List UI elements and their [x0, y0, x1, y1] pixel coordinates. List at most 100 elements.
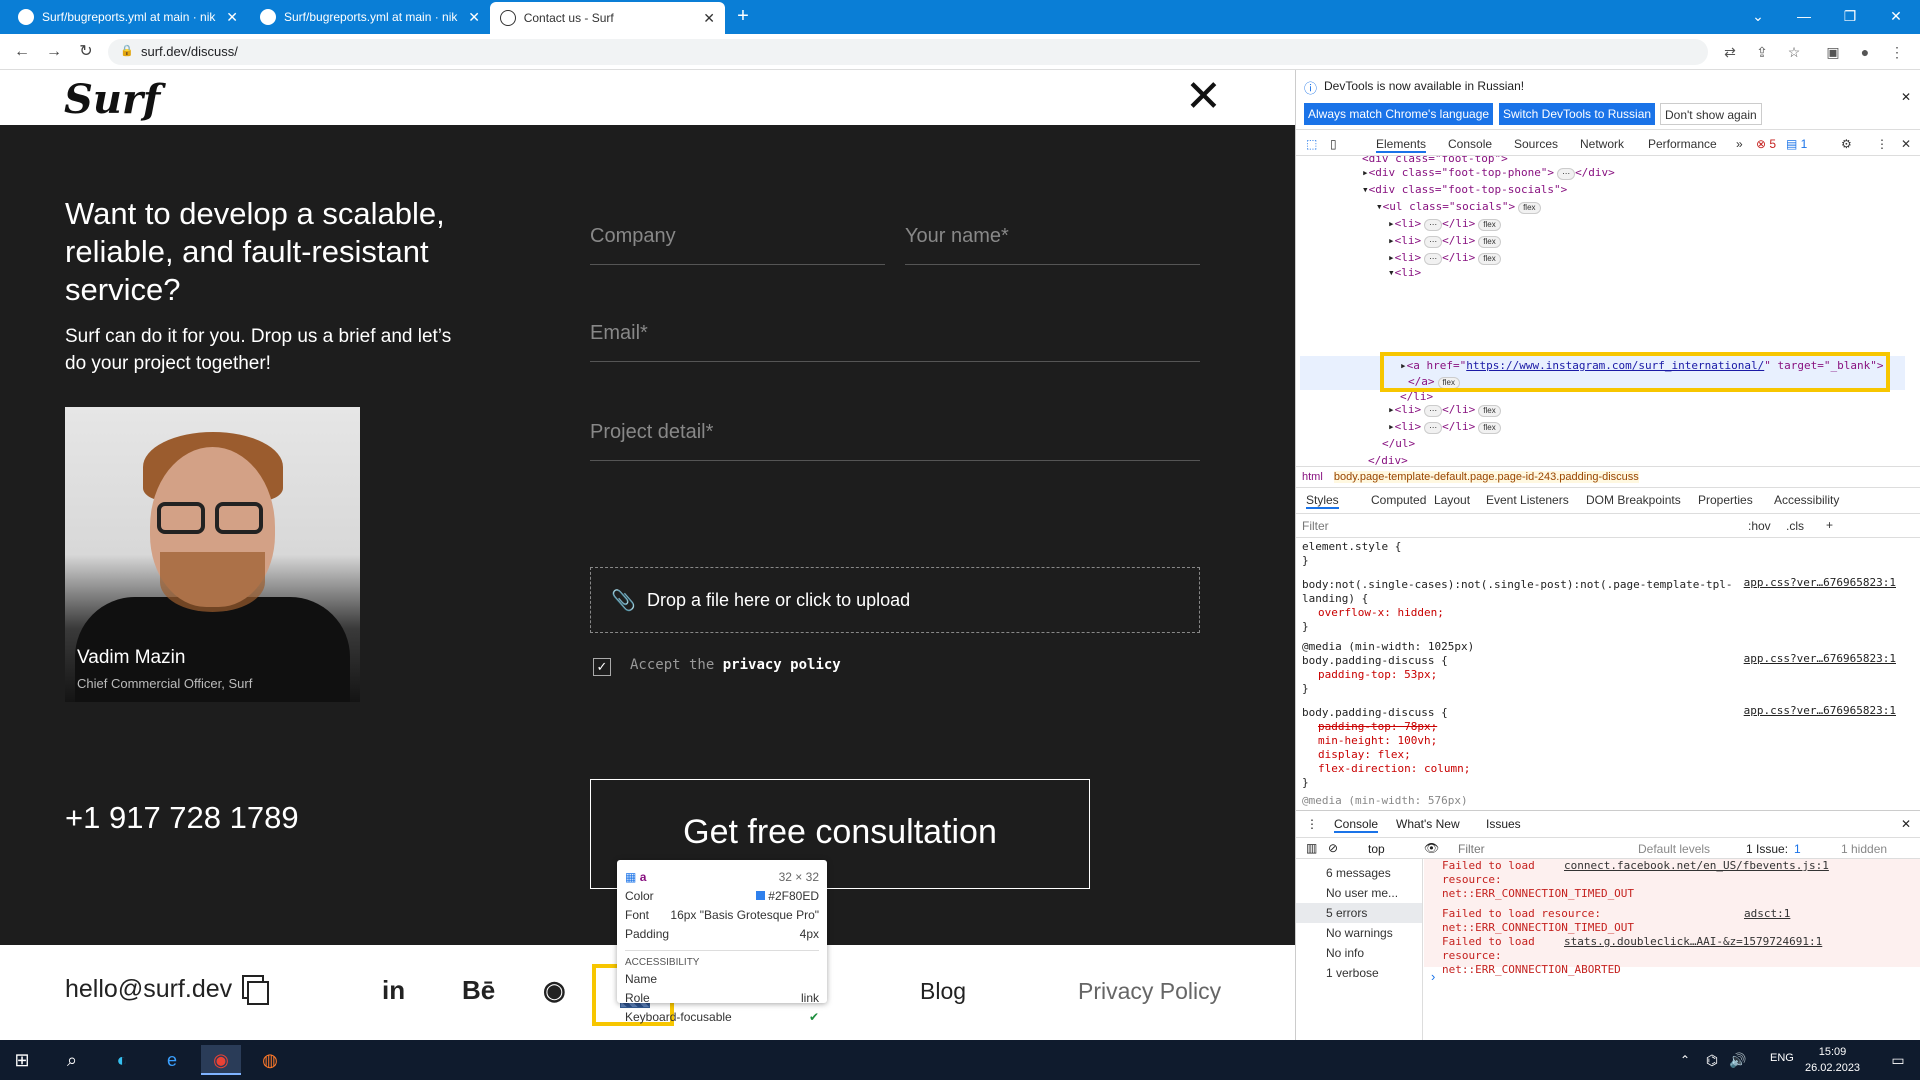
console-prompt[interactable]: › [1431, 969, 1435, 984]
tree-node[interactable]: ▸<li> ⋯ </li> flex [1388, 215, 1501, 232]
console-filter[interactable]: Filter [1458, 842, 1485, 856]
tab-github-2[interactable]: Surf/bugreports.yml at main · nik ✕ [250, 0, 490, 34]
clock[interactable]: 15:09 26.02.2023 [1805, 1044, 1860, 1076]
add-rule-icon[interactable]: + [1826, 518, 1833, 532]
more-tabs-icon[interactable]: » [1736, 137, 1743, 151]
url-bar[interactable]: 🔒 surf.dev/discuss/ [108, 39, 1708, 65]
language-indicator[interactable]: ENG [1770, 1052, 1794, 1064]
close-drawer-icon[interactable]: ✕ [1901, 817, 1911, 831]
tree-node[interactable]: ▸<div class="foot-top-phone"> ⋯ </div> [1362, 164, 1615, 181]
breadcrumb-html[interactable]: html [1302, 471, 1323, 483]
device-toggle-icon[interactable]: ▯ [1330, 137, 1337, 151]
linkedin-icon[interactable]: in [382, 975, 405, 1006]
cls-toggle[interactable]: .cls [1786, 519, 1804, 533]
close-window-icon[interactable]: ✕ [1873, 0, 1919, 34]
tab-computed[interactable]: Computed [1371, 493, 1426, 507]
match-language-button[interactable]: Always match Chrome's language [1304, 103, 1494, 125]
translate-icon[interactable]: ⇄ [1720, 42, 1740, 62]
tree-node[interactable]: ▾<ul class="socials"> flex [1376, 198, 1541, 215]
profile-avatar-icon[interactable]: ● [1855, 42, 1875, 62]
close-icon[interactable]: ✕ [1185, 75, 1222, 119]
sidebar-item-user-messages[interactable]: No user me... [1326, 883, 1398, 903]
sidebar-toggle-icon[interactable]: ▥ [1306, 841, 1317, 855]
dont-show-button[interactable]: Don't show again [1660, 103, 1762, 125]
tab-accessibility[interactable]: Accessibility [1774, 493, 1839, 507]
issues-count[interactable]: 1 Issue: [1746, 842, 1788, 856]
chrome-icon[interactable]: ◉ [201, 1045, 241, 1075]
style-property[interactable]: overflow-x: hidden; [1318, 604, 1444, 621]
style-source-link[interactable]: app.css?ver…676965823:1 [1744, 704, 1896, 717]
forward-icon[interactable]: → [42, 40, 66, 64]
hov-toggle[interactable]: :hov [1748, 519, 1771, 533]
settings-gear-icon[interactable]: ⚙ [1841, 137, 1852, 151]
tree-node[interactable]: </div> [1368, 452, 1408, 466]
minimize-icon[interactable]: — [1781, 0, 1827, 34]
windows-start-icon[interactable]: ⊞ [2, 1045, 42, 1075]
privacy-policy-footer-link[interactable]: Privacy Policy [1078, 978, 1221, 1005]
edge-icon[interactable]: ◐ [102, 1045, 142, 1075]
error-source-link[interactable]: connect.facebook.net/en_US/fbevents.js:1 [1564, 859, 1829, 872]
tab-properties[interactable]: Properties [1698, 493, 1753, 507]
tab-github-1[interactable]: Surf/bugreports.yml at main · nik ✕ [8, 0, 248, 34]
clear-console-icon[interactable]: ⊘ [1328, 841, 1338, 855]
error-source-link[interactable]: stats.g.doubleclick…AAI-&z=1579724691:1 [1564, 935, 1822, 948]
eye-icon[interactable]: 👁 [1424, 841, 1439, 855]
bookmark-star-icon[interactable]: ☆ [1784, 42, 1804, 62]
blog-link[interactable]: Blog [920, 978, 966, 1005]
firefox-icon[interactable]: ◍ [250, 1045, 290, 1075]
context-select[interactable]: top [1368, 842, 1385, 856]
tab-contact-us[interactable]: Contact us - Surf ✕ [490, 2, 725, 34]
company-input[interactable]: Company [590, 225, 885, 265]
volume-icon[interactable]: 🔊 [1718, 1045, 1758, 1075]
tab-console-drawer[interactable]: Console [1334, 817, 1379, 833]
inspect-element-icon[interactable]: ⬚ [1306, 137, 1317, 151]
tab-styles[interactable]: Styles [1306, 493, 1339, 509]
close-devtools-icon[interactable]: ✕ [1901, 137, 1911, 151]
style-rule[interactable]: element.style { [1302, 538, 1401, 555]
tab-console[interactable]: Console [1448, 137, 1492, 151]
back-icon[interactable]: ← [10, 40, 34, 64]
tab-whats-new[interactable]: What's New [1396, 817, 1460, 831]
tab-layout[interactable]: Layout [1434, 493, 1470, 507]
sidebar-item-info[interactable]: No info [1326, 943, 1364, 963]
phone-number[interactable]: +1 917 728 1789 [65, 800, 299, 836]
email-input[interactable]: Email* [590, 322, 1200, 362]
style-property[interactable]: padding-top: 53px; [1318, 666, 1437, 683]
tree-node[interactable]: </ul> [1382, 435, 1415, 452]
message-count-badge[interactable]: ▤ 1 [1786, 137, 1807, 151]
footer-email[interactable]: hello@surf.dev [65, 975, 232, 1004]
new-tab-button[interactable]: + [730, 4, 756, 30]
close-tab-icon[interactable]: ✕ [468, 9, 480, 26]
sidebar-item-verbose[interactable]: 1 verbose [1326, 963, 1379, 983]
notifications-icon[interactable]: ▭ [1878, 1045, 1918, 1075]
search-icon[interactable]: ⌕ [52, 1045, 92, 1075]
style-source-link[interactable]: app.css?ver…676965823:1 [1744, 652, 1896, 665]
style-source-link[interactable]: app.css?ver…676965823:1 [1744, 576, 1896, 589]
privacy-checkbox[interactable]: ✓ [593, 658, 611, 676]
tree-node[interactable]: ▸<li> ⋯ </li> flex [1388, 418, 1501, 435]
devtools-menu-icon[interactable]: ⋮ [1876, 137, 1888, 151]
github-icon[interactable]: ◉ [543, 975, 566, 1006]
breadcrumb-body[interactable]: body.page-template-default.page.page-id-… [1333, 471, 1639, 483]
sidebar-item-errors[interactable]: 5 errors [1296, 903, 1422, 923]
log-levels-select[interactable]: Default levels [1638, 842, 1710, 856]
privacy-policy-link[interactable]: privacy policy [723, 657, 841, 673]
tab-performance[interactable]: Performance [1648, 137, 1717, 151]
close-tab-icon[interactable]: ✕ [703, 10, 715, 27]
reload-icon[interactable]: ↻ [74, 40, 98, 64]
switch-russian-button[interactable]: Switch DevTools to Russian [1499, 103, 1656, 125]
tab-sources[interactable]: Sources [1514, 137, 1558, 151]
sidebar-item-messages[interactable]: 6 messages [1326, 863, 1391, 883]
menu-kebab-icon[interactable]: ⋮ [1887, 42, 1907, 62]
drawer-menu-icon[interactable]: ⋮ [1306, 817, 1318, 831]
file-upload-dropzone[interactable]: 📎 Drop a file here or click to upload [590, 567, 1200, 633]
tree-node[interactable]: ▸<li> ⋯ </li> flex [1388, 232, 1501, 249]
maximize-icon[interactable]: ❐ [1827, 0, 1873, 34]
tree-node[interactable]: ▾<li> [1388, 264, 1421, 281]
style-property[interactable]: flex-direction: column; [1318, 760, 1470, 777]
tab-event-listeners[interactable]: Event Listeners [1486, 493, 1569, 507]
tab-dom-breakpoints[interactable]: DOM Breakpoints [1586, 493, 1681, 507]
tree-node[interactable]: ▾<div class="foot-top-socials"> [1362, 181, 1567, 198]
sidebar-icon[interactable]: ▣ [1823, 42, 1843, 62]
tab-search-icon[interactable]: ⌄ [1735, 0, 1781, 34]
